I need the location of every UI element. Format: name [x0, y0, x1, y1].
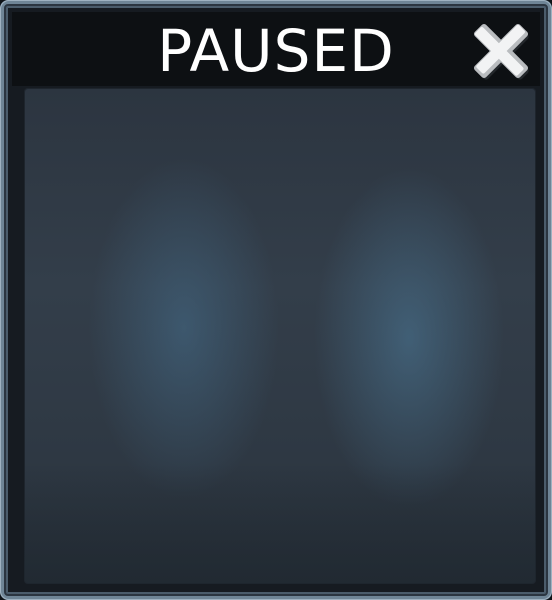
dialog-title: PAUSED	[157, 17, 395, 85]
close-button[interactable]	[468, 18, 534, 84]
close-icon	[473, 23, 529, 80]
pause-content-area	[24, 88, 536, 584]
pause-dialog: PAUSED	[0, 0, 552, 600]
title-bar: PAUSED	[12, 12, 540, 86]
content-haze	[24, 464, 536, 584]
